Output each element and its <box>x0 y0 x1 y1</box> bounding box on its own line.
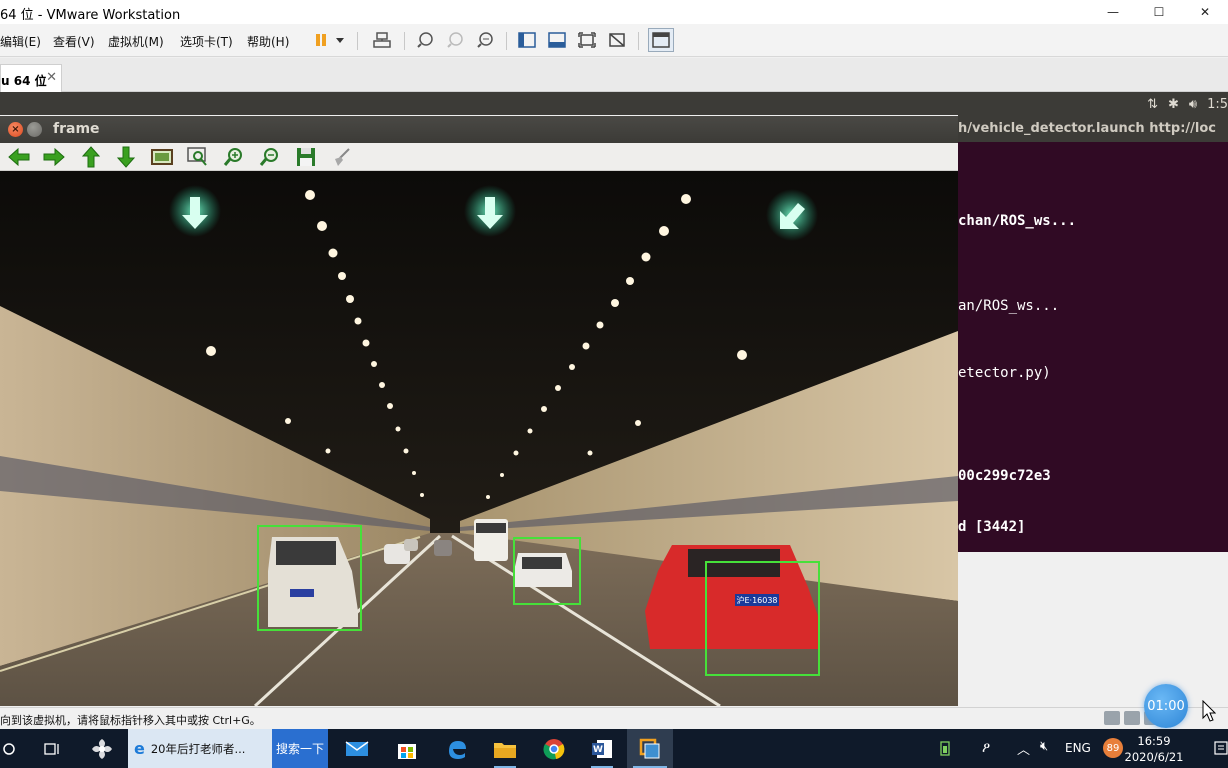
terminal-line: chan/ROS_ws... <box>958 213 1077 229</box>
zoom-out-icon[interactable] <box>258 146 282 168</box>
menu-help[interactable]: 帮助(H) <box>247 33 289 50</box>
window-title: 64 位 - VMware Workstation <box>0 8 181 23</box>
terminal-title: h/vehicle_detector.launch http://loc <box>958 115 1228 142</box>
task-view-icon[interactable] <box>36 729 68 768</box>
terminal-line: etector.py) <box>958 365 1051 381</box>
volume-muted-icon[interactable]: 🔇︎ <box>1040 739 1048 754</box>
arrow-left-icon[interactable] <box>7 146 31 168</box>
video-frame[interactable]: 沪E·16038 <box>0 171 958 706</box>
terminal-line: d [3442] <box>958 519 1026 535</box>
windows-taskbar: e 20年后打老师者... 搜索一下 W ዖ ︿ 🔇︎ ENG 89 16:59… <box>0 729 1228 768</box>
console-icon[interactable] <box>546 29 568 51</box>
fullscreen-icon[interactable] <box>576 29 598 51</box>
detection-box <box>257 525 362 631</box>
image-icon[interactable] <box>150 146 174 168</box>
maximize-button[interactable]: ☐ <box>1136 0 1182 24</box>
people-icon[interactable]: ዖ <box>982 740 990 756</box>
hdd-icon[interactable] <box>1104 711 1120 725</box>
svg-text:W: W <box>593 745 603 755</box>
zoom-in-icon[interactable] <box>222 146 246 168</box>
word-icon[interactable]: W <box>585 729 619 768</box>
ie-taskbar-window[interactable]: e 20年后打老师者... <box>128 729 272 768</box>
battery-icon[interactable] <box>940 740 950 760</box>
menu-edit[interactable]: 编辑(E) <box>0 33 41 50</box>
frame-window[interactable]: × frame 沪E·16038 <box>0 116 958 706</box>
minimize-button[interactable]: — <box>1090 0 1136 24</box>
close-button[interactable]: ✕ <box>1182 0 1228 24</box>
action-center-icon[interactable] <box>1214 740 1228 760</box>
save-icon[interactable] <box>294 146 318 168</box>
zoom-fit-icon[interactable] <box>186 146 210 168</box>
frame-title: frame <box>53 121 100 137</box>
fan-app-icon[interactable] <box>86 729 118 768</box>
frame-title-bar[interactable]: × frame <box>0 116 958 143</box>
network-icon[interactable]: ⇅ <box>1147 97 1158 112</box>
ie-window-title: 20年后打老师者... <box>150 741 246 756</box>
terminal-line: 00c299c72e3 <box>958 468 1051 484</box>
close-tab-icon[interactable]: ✕ <box>46 70 57 85</box>
window-controls: — ☐ ✕ <box>1090 0 1228 24</box>
library-icon[interactable] <box>648 28 674 52</box>
detection-box <box>513 537 581 605</box>
start-icon[interactable] <box>0 729 18 768</box>
menu-tabs[interactable]: 选项卡(T) <box>180 33 233 50</box>
menu-vm[interactable]: 虚拟机(M) <box>108 33 164 50</box>
pause-icon[interactable] <box>310 29 332 51</box>
tab-bar: u 64 位 ✕ <box>0 58 1228 93</box>
volume-icon[interactable]: 🔊︎ <box>1189 97 1197 112</box>
vmware-status-bar: 向到该虚拟机，请将鼠标指针移入其中或按 Ctrl+G。 <box>0 707 1228 729</box>
terminal-line: an/ROS_ws... <box>958 298 1060 314</box>
toolbar-separator <box>506 32 507 50</box>
send-keys-icon[interactable] <box>371 29 393 51</box>
unity-icon[interactable] <box>606 29 628 51</box>
notification-badge[interactable]: 89 <box>1103 738 1123 758</box>
show-hidden-icons[interactable]: ︿ <box>1017 739 1030 758</box>
ie-icon: e <box>134 739 145 758</box>
tab-vm[interactable]: u 64 位 ✕ <box>0 64 62 93</box>
terminal-window[interactable]: h/vehicle_detector.launch http://loc cha… <box>958 115 1228 552</box>
clock-date: 2020/6/21 <box>1124 750 1184 764</box>
edge-icon[interactable] <box>440 729 474 768</box>
language-indicator[interactable]: ENG <box>1065 741 1091 755</box>
manage-snapshots-icon[interactable] <box>474 29 496 51</box>
panel-clock[interactable]: 1:5 <box>1207 97 1228 112</box>
frame-toolbar <box>0 143 958 171</box>
chrome-icon[interactable] <box>537 729 571 768</box>
arrow-right-icon[interactable] <box>42 146 66 168</box>
dropdown-icon[interactable] <box>333 29 347 51</box>
menu-view[interactable]: 查看(V) <box>53 33 95 50</box>
recording-timer[interactable]: 01:00 <box>1144 684 1188 728</box>
toolbar-separator <box>404 32 405 50</box>
bluetooth-icon[interactable]: ✱ <box>1168 97 1179 112</box>
detection-box <box>705 561 820 676</box>
store-icon[interactable] <box>390 729 424 768</box>
status-message: 向到该虚拟机，请将鼠标指针移入其中或按 Ctrl+G。 <box>0 714 261 727</box>
snapshot-icon[interactable] <box>414 29 436 51</box>
clear-icon[interactable] <box>330 146 354 168</box>
clock-time: 16:59 <box>1137 734 1171 748</box>
frame-minimize-button[interactable] <box>27 122 42 137</box>
search-button[interactable]: 搜索一下 <box>272 729 328 768</box>
vmware-title-bar: 64 位 - VMware Workstation — ☐ ✕ <box>0 0 1228 24</box>
cd-icon[interactable] <box>1124 711 1140 725</box>
cursor-icon <box>1202 699 1217 726</box>
taskbar-clock[interactable]: 16:59 2020/6/21 <box>1122 733 1186 765</box>
toolbar-separator <box>357 32 358 50</box>
arrow-up-icon[interactable] <box>79 146 103 168</box>
vmware-taskbar-icon[interactable] <box>627 729 673 768</box>
frame-close-button[interactable]: × <box>8 122 23 137</box>
sidebar-icon[interactable] <box>516 29 538 51</box>
panel-indicators: ⇅ ✱ 🔊︎ 1:5 <box>1147 95 1228 113</box>
file-explorer-icon[interactable] <box>488 729 522 768</box>
tab-label: u 64 位 <box>1 74 47 88</box>
mail-icon[interactable] <box>340 729 374 768</box>
ubuntu-top-panel: ⇅ ✱ 🔊︎ 1:5 <box>0 92 1228 115</box>
toolbar-separator <box>638 32 639 50</box>
menu-bar: 编辑(E) 查看(V) 虚拟机(M) 选项卡(T) 帮助(H) <box>0 24 1228 57</box>
arrow-down-icon[interactable] <box>114 146 138 168</box>
revert-snapshot-icon[interactable] <box>444 29 466 51</box>
